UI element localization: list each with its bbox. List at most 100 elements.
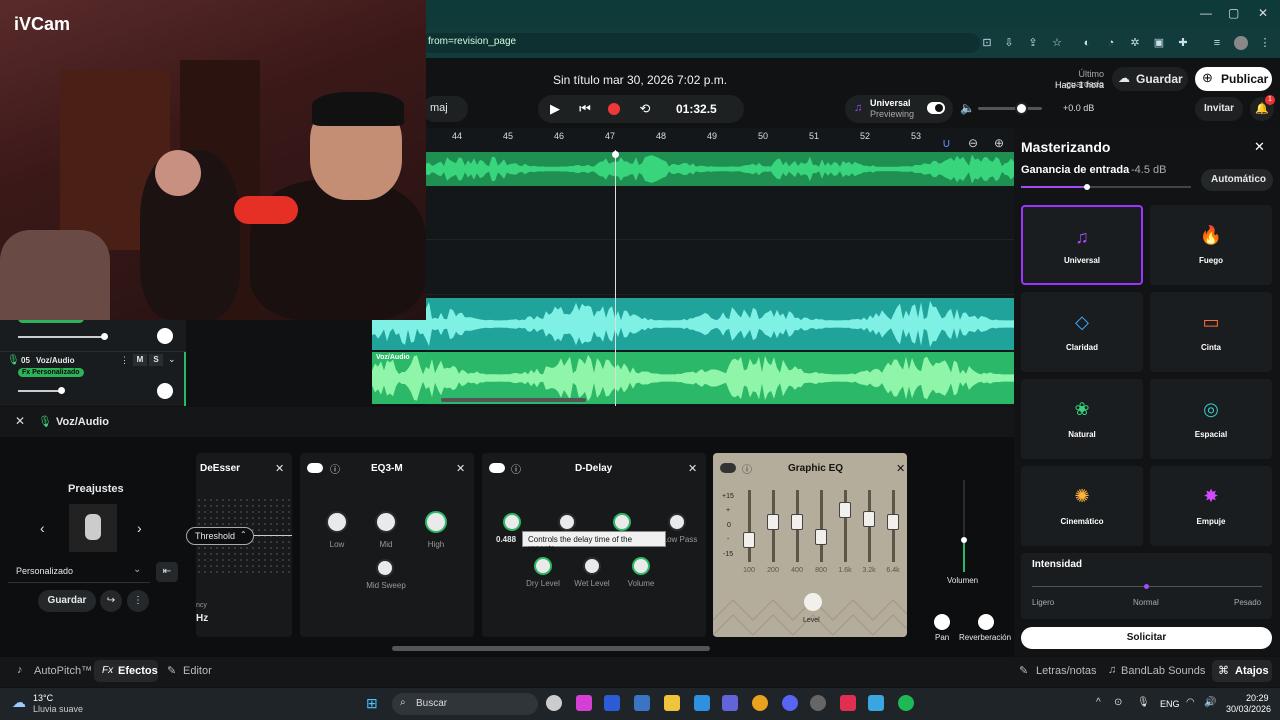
- audio-clip-green[interactable]: Voz/Audio: [372, 352, 1014, 404]
- chevron-down-icon[interactable]: ⌄: [168, 354, 176, 365]
- address-bar[interactable]: from=revision_page: [420, 33, 980, 53]
- bookmark-star-icon[interactable]: ☆: [1050, 36, 1064, 50]
- eq3-toggle[interactable]: [307, 463, 323, 473]
- info-icon[interactable]: ⓘ: [742, 461, 752, 476]
- chrome-icon[interactable]: [752, 695, 768, 711]
- extensions-puzzle-icon[interactable]: ✚: [1176, 36, 1190, 50]
- chevron-right-icon[interactable]: ›: [137, 520, 142, 536]
- clock-time[interactable]: 20:29: [1246, 693, 1269, 703]
- preset-fuego[interactable]: 🔥 Fuego: [1150, 205, 1272, 285]
- zoom-in-icon[interactable]: ⊕: [994, 136, 1004, 150]
- geq-fader-handle[interactable]: [863, 510, 875, 527]
- windows-start-icon[interactable]: ⊞: [366, 695, 382, 711]
- volume-knob[interactable]: [632, 557, 650, 575]
- info-icon[interactable]: ⓘ: [330, 461, 340, 476]
- project-title[interactable]: Sin título mar 30, 2026 7:02 p.m.: [540, 73, 740, 87]
- discord-icon[interactable]: [782, 695, 798, 711]
- word-icon[interactable]: [604, 695, 620, 711]
- app-icon[interactable]: [634, 695, 650, 711]
- loop-icon[interactable]: ⟲: [636, 101, 654, 117]
- preset-cinta[interactable]: ▭ Cinta: [1150, 292, 1272, 372]
- skip-back-icon[interactable]: ⏮: [576, 101, 594, 117]
- preset-cinematico[interactable]: ✺ Cinemático: [1021, 466, 1143, 546]
- close-icon[interactable]: ✕: [12, 414, 28, 430]
- pan-knob[interactable]: [934, 614, 950, 630]
- tray-chevron-icon[interactable]: ^: [1096, 697, 1101, 708]
- chevron-left-icon[interactable]: ‹: [40, 520, 45, 536]
- geq-fader-handle[interactable]: [815, 528, 827, 545]
- zoom-out-icon[interactable]: ⊖: [968, 136, 978, 150]
- playhead[interactable]: [615, 150, 616, 406]
- solo-button[interactable]: S: [149, 354, 163, 366]
- info-icon[interactable]: ⓘ: [511, 461, 521, 476]
- close-icon[interactable]: ✕: [275, 462, 284, 475]
- effects-scrollbar[interactable]: [392, 646, 710, 651]
- mid-knob[interactable]: [375, 511, 397, 533]
- close-icon[interactable]: ✕: [1254, 139, 1265, 155]
- volume-tray-icon[interactable]: 🔊: [1204, 697, 1216, 708]
- reverb-knob[interactable]: [978, 614, 994, 630]
- close-icon[interactable]: ✕: [688, 462, 697, 475]
- language-indicator[interactable]: ENG: [1160, 699, 1180, 709]
- more-icon[interactable]: ⋮: [127, 590, 149, 612]
- request-button[interactable]: Solicitar: [1021, 627, 1272, 649]
- share-icon[interactable]: ⇪: [1026, 36, 1040, 50]
- geq-fader-track[interactable]: [844, 490, 847, 562]
- geq-fader-handle[interactable]: [743, 532, 755, 549]
- install-app-icon[interactable]: ⊡: [980, 36, 994, 50]
- track-name[interactable]: Voz/Audio: [36, 356, 75, 365]
- track-lane[interactable]: [426, 241, 1014, 295]
- preset-dropdown[interactable]: Personalizado: [8, 561, 150, 583]
- preset-espacial[interactable]: ◎ Espacial: [1150, 379, 1272, 459]
- tab-editor[interactable]: Editor: [183, 665, 212, 677]
- close-window-button[interactable]: ✕: [1258, 6, 1268, 20]
- preset-natural[interactable]: ❀ Natural: [1021, 379, 1143, 459]
- save-preset-button[interactable]: Guardar: [38, 590, 96, 612]
- track-lane[interactable]: [426, 186, 1014, 240]
- close-icon[interactable]: ✕: [896, 462, 905, 475]
- teams-icon[interactable]: [722, 695, 738, 711]
- master-volume-handle[interactable]: [1015, 102, 1028, 115]
- geq-fader-handle[interactable]: [791, 514, 803, 531]
- temperature[interactable]: 13°C: [33, 693, 53, 703]
- track-volume-handle[interactable]: [58, 387, 65, 394]
- wet-level-knob[interactable]: [583, 557, 601, 575]
- geq-fader-track[interactable]: [820, 490, 823, 562]
- copilot-icon[interactable]: [546, 695, 562, 711]
- mute-button[interactable]: M: [133, 354, 147, 366]
- tab-efectos[interactable]: Efectos: [118, 665, 158, 677]
- dry-level-knob[interactable]: [534, 557, 552, 575]
- geq-fader-handle[interactable]: [839, 501, 851, 518]
- vscode-icon[interactable]: [694, 695, 710, 711]
- app-icon[interactable]: [868, 695, 884, 711]
- master-volume-slider[interactable]: [978, 107, 1042, 110]
- geq-toggle[interactable]: [720, 463, 736, 473]
- snap-magnet-icon[interactable]: ∪: [942, 136, 951, 150]
- extension-icon[interactable]: ◐: [1080, 36, 1094, 50]
- track-volume-slider[interactable]: [18, 390, 62, 392]
- automatic-button[interactable]: Automático: [1201, 169, 1273, 191]
- high-knob[interactable]: [425, 511, 447, 533]
- fx-badge[interactable]: Fx Personalizado: [18, 368, 84, 377]
- extension-icon[interactable]: ◔: [1104, 36, 1118, 50]
- geq-fader-track[interactable]: [748, 490, 751, 562]
- tab-bandlab-sounds[interactable]: BandLab Sounds: [1121, 665, 1205, 677]
- extension-icon[interactable]: ▣: [1152, 36, 1166, 50]
- waveform-track-1[interactable]: [426, 152, 1014, 186]
- playhead-handle[interactable]: [612, 151, 619, 158]
- clock-date[interactable]: 30/03/2026: [1226, 704, 1271, 714]
- play-icon[interactable]: ▶: [546, 101, 564, 117]
- tiktok-icon[interactable]: [840, 695, 856, 711]
- high-pass-knob[interactable]: [613, 513, 631, 531]
- geq-fader-handle[interactable]: [767, 514, 779, 531]
- tab-lyrics[interactable]: Letras/notas: [1036, 665, 1097, 677]
- record-button[interactable]: [608, 103, 620, 115]
- extension-icon[interactable]: ✲: [1128, 36, 1142, 50]
- preset-claridad[interactable]: ◇ Claridad: [1021, 292, 1143, 372]
- taskbar-search[interactable]: Buscar: [392, 693, 538, 715]
- input-gain-handle[interactable]: [1084, 184, 1090, 190]
- app-icon[interactable]: [576, 695, 592, 711]
- invite-button[interactable]: Invitar: [1195, 97, 1243, 121]
- level-knob[interactable]: [804, 593, 822, 611]
- mastering-toggle[interactable]: [927, 102, 945, 114]
